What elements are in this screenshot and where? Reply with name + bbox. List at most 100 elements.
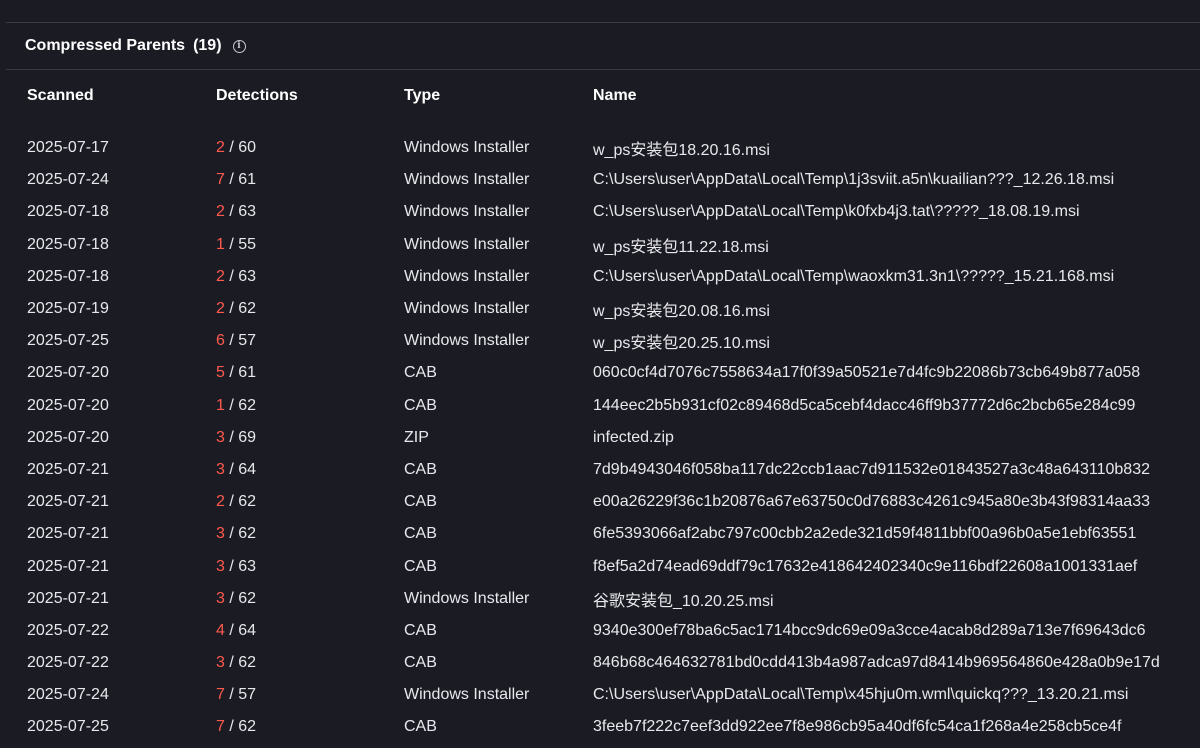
detections-positive: 2 xyxy=(216,139,225,157)
file-name-link[interactable]: w_ps安装包11.22.18.msi xyxy=(593,229,1193,261)
detections-cell[interactable]: 3 / 62 xyxy=(216,518,404,550)
file-type: Windows Installer xyxy=(404,171,530,189)
scanned-date: 2025-07-21 xyxy=(27,557,109,575)
scanned-date: 2025-07-17 xyxy=(27,139,109,157)
scanned-date: 2025-07-20 xyxy=(27,396,109,414)
column-header-scanned[interactable]: Scanned xyxy=(27,84,216,108)
table-row[interactable]: 2025-07-20 5 / 61 CAB 060c0cf4d7076c7558634… xyxy=(27,357,1193,389)
info-icon[interactable]: i xyxy=(232,39,246,53)
file-type: Windows Installer xyxy=(404,589,530,607)
table-row[interactable]: 2025-07-24 7 / 61 Windows Installer C:\User… xyxy=(27,164,1193,196)
detections-cell[interactable]: 2 / 60 xyxy=(216,132,404,164)
scanned-date: 2025-07-25 xyxy=(27,332,109,350)
detections-total: / 57 xyxy=(229,686,257,704)
table-row[interactable]: 2025-07-21 2 / 62 CAB e00a26229f36c1b20876a… xyxy=(27,486,1193,518)
detections-total: / 62 xyxy=(229,654,257,672)
table-row[interactable]: 2025-07-21 3 / 63 CAB f8ef5a2d74ead69ddf79c… xyxy=(27,550,1193,582)
file-type: CAB xyxy=(404,718,437,736)
file-type: CAB xyxy=(404,525,437,543)
table-row[interactable]: 2025-07-20 3 / 69 ZIP infected.zip xyxy=(27,422,1193,454)
table-row[interactable]: 2025-07-21 3 / 64 CAB 7d9b4943046f058ba117d… xyxy=(27,454,1193,486)
detections-total: / 62 xyxy=(229,493,257,511)
detections-cell[interactable]: 3 / 62 xyxy=(216,647,404,679)
detections-positive: 2 xyxy=(216,300,225,318)
file-name-link[interactable]: C:\Users\user\AppData\Local\Temp\waoxkm3… xyxy=(593,261,1193,293)
table-row[interactable]: 2025-07-18 2 / 63 Windows Installer C:\User… xyxy=(27,196,1193,228)
file-name-link[interactable]: w_ps安装包20.08.16.msi xyxy=(593,293,1193,325)
table-row[interactable]: 2025-07-25 6 / 57 Windows Installer w_ps安装包… xyxy=(27,325,1193,357)
file-name-link[interactable]: 7d9b4943046f058ba117dc22ccb1aac7d911532e… xyxy=(593,454,1193,486)
panel-count: (19) xyxy=(193,37,222,54)
detections-positive: 4 xyxy=(216,621,225,639)
header-spacer xyxy=(27,108,1193,132)
scanned-date: 2025-07-21 xyxy=(27,525,109,543)
detections-positive: 5 xyxy=(216,364,225,382)
detections-cell[interactable]: 6 / 57 xyxy=(216,325,404,357)
detections-cell[interactable]: 7 / 62 xyxy=(216,711,404,743)
detections-positive: 7 xyxy=(216,718,225,736)
detections-total: / 63 xyxy=(229,203,257,221)
detections-cell[interactable]: 5 / 61 xyxy=(216,357,404,389)
scanned-date: 2025-07-20 xyxy=(27,364,109,382)
file-type: CAB xyxy=(404,493,437,511)
detections-cell[interactable]: 2 / 62 xyxy=(216,293,404,325)
table-row[interactable]: 2025-07-22 3 / 62 CAB 846b68c464632781bd0cd… xyxy=(27,647,1193,679)
detections-cell[interactable]: 1 / 55 xyxy=(216,229,404,261)
detections-total: / 61 xyxy=(229,171,257,189)
table-row[interactable]: 2025-07-21 3 / 62 CAB 6fe5393066af2abc797c0… xyxy=(27,518,1193,550)
detections-total: / 61 xyxy=(229,364,257,382)
detections-cell[interactable]: 4 / 64 xyxy=(216,615,404,647)
table-row[interactable]: 2025-07-25 7 / 62 CAB 3feeb7f222c7eef3dd922… xyxy=(27,711,1193,743)
file-name-link[interactable]: C:\Users\user\AppData\Local\Temp\1j3svii… xyxy=(593,164,1193,196)
column-header-type[interactable]: Type xyxy=(404,84,593,108)
file-name-link[interactable]: 9340e300ef78ba6c5ac1714bcc9dc69e09a3cce4… xyxy=(593,615,1193,647)
detections-cell[interactable]: 3 / 69 xyxy=(216,422,404,454)
detections-total: / 62 xyxy=(229,589,257,607)
column-header-name[interactable]: Name xyxy=(593,84,1193,108)
file-type: Windows Installer xyxy=(404,332,530,350)
file-name-link[interactable]: 060c0cf4d7076c7558634a17f0f39a50521e7d4f… xyxy=(593,357,1193,389)
detections-cell[interactable]: 2 / 62 xyxy=(216,486,404,518)
file-name-link[interactable]: 6fe5393066af2abc797c00cbb2a2ede321d59f48… xyxy=(593,518,1193,550)
detections-cell[interactable]: 2 / 63 xyxy=(216,196,404,228)
column-header-detections[interactable]: Detections xyxy=(216,84,404,108)
table-row[interactable]: 2025-07-17 2 / 60 Windows Installer w_ps安装包… xyxy=(27,132,1193,164)
panel-header: Compressed Parents (19) i xyxy=(6,23,1200,70)
compressed-parents-panel: Compressed Parents (19) i Scanned Detect… xyxy=(6,22,1200,748)
detections-cell[interactable]: 1 / 62 xyxy=(216,390,404,422)
file-name-link[interactable]: 846b68c464632781bd0cdd413b4a987adca97d84… xyxy=(593,647,1193,679)
table-row[interactable]: 2025-07-18 1 / 55 Windows Installer w_ps安装包… xyxy=(27,229,1193,261)
file-type: CAB xyxy=(404,364,437,382)
file-name-link[interactable]: w_ps安装包18.20.16.msi xyxy=(593,132,1193,164)
file-name-link[interactable]: infected.zip xyxy=(593,422,1193,454)
table-row[interactable]: 2025-07-19 2 / 62 Windows Installer w_ps安装包… xyxy=(27,293,1193,325)
file-name-link[interactable]: 144eec2b5b931cf02c89468d5ca5cebf4dacc46f… xyxy=(593,390,1193,422)
file-name-link[interactable]: C:\Users\user\AppData\Local\Temp\k0fxb4j… xyxy=(593,196,1193,228)
file-name-link[interactable]: f8ef5a2d74ead69ddf79c17632e418642402340c… xyxy=(593,550,1193,582)
file-type: Windows Installer xyxy=(404,267,530,285)
file-name-link[interactable]: 3feeb7f222c7eef3dd922ee7f8e986cb95a40df6… xyxy=(593,711,1193,743)
table-row[interactable]: 2025-07-20 1 / 62 CAB 144eec2b5b931cf02c894… xyxy=(27,390,1193,422)
file-type: ZIP xyxy=(404,428,429,446)
detections-cell[interactable]: 2 / 63 xyxy=(216,261,404,293)
table-header-row: Scanned Detections Type Name xyxy=(27,84,1193,108)
detections-cell[interactable]: 3 / 62 xyxy=(216,583,404,615)
detections-cell[interactable]: 3 / 64 xyxy=(216,454,404,486)
table-row[interactable]: 2025-07-22 4 / 64 CAB 9340e300ef78ba6c5ac17… xyxy=(27,615,1193,647)
file-name-link[interactable]: w_ps安装包20.25.10.msi xyxy=(593,325,1193,357)
file-name-link[interactable]: C:\Users\user\AppData\Local\Temp\x45hju0… xyxy=(593,679,1193,711)
detections-positive: 3 xyxy=(216,654,225,672)
table-row[interactable]: 2025-07-21 3 / 62 Windows Installer 谷歌安装包_1… xyxy=(27,583,1193,615)
file-name-link[interactable]: 谷歌安装包_10.20.25.msi xyxy=(593,583,1193,615)
scanned-date: 2025-07-18 xyxy=(27,235,109,253)
compressed-parents-table: Scanned Detections Type Name 2025-07-17 2… xyxy=(27,84,1193,744)
table-row[interactable]: 2025-07-24 7 / 57 Windows Installer C:\User… xyxy=(27,679,1193,711)
detections-cell[interactable]: 3 / 63 xyxy=(216,550,404,582)
table-row[interactable]: 2025-07-18 2 / 63 Windows Installer C:\User… xyxy=(27,261,1193,293)
detections-positive: 1 xyxy=(216,396,225,414)
file-name-link[interactable]: e00a26229f36c1b20876a67e63750c0d76883c42… xyxy=(593,486,1193,518)
detections-cell[interactable]: 7 / 61 xyxy=(216,164,404,196)
detections-total: / 63 xyxy=(229,557,257,575)
table-body: 2025-07-17 2 / 60 Windows Installer w_ps安装包… xyxy=(27,132,1193,744)
detections-cell[interactable]: 7 / 57 xyxy=(216,679,404,711)
